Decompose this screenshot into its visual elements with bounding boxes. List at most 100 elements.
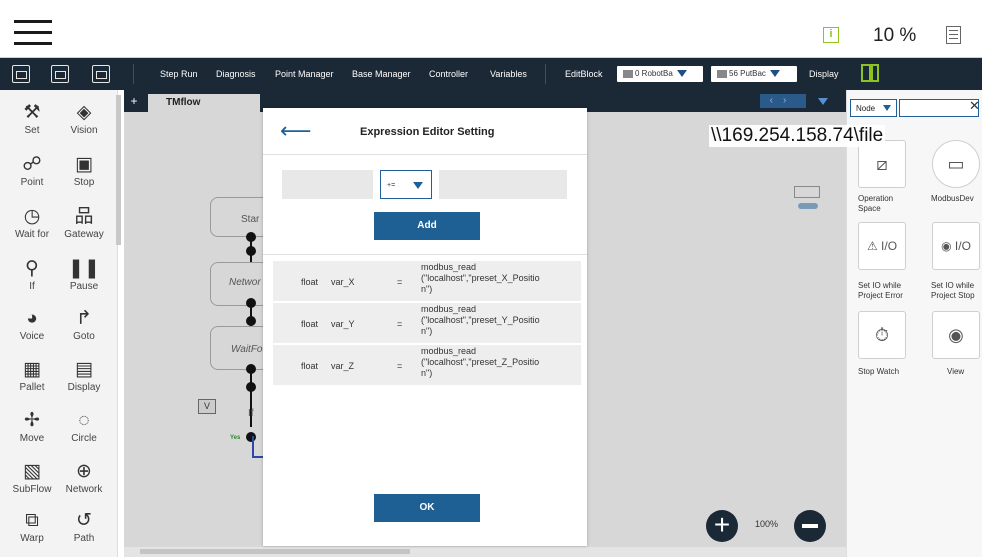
stop-icon: ▣ xyxy=(75,154,93,175)
tool-move[interactable]: ✢ Move xyxy=(4,410,60,444)
dialog-header: ⟵ Expression Editor Setting xyxy=(263,108,587,155)
operator-select[interactable]: += xyxy=(380,170,432,199)
flow-flag-icon[interactable] xyxy=(861,64,879,82)
palette-scrollbar[interactable] xyxy=(116,95,121,245)
zoom-in-button[interactable]: + xyxy=(706,510,738,542)
globe-icon: ⊕ xyxy=(76,461,92,482)
expression-row[interactable]: float var_Y = modbus_read ("localhost","p… xyxy=(273,303,581,343)
flow-dot xyxy=(246,246,256,256)
tool-display[interactable]: ▤ Display xyxy=(56,359,112,393)
branch-icon: ⚲ xyxy=(25,258,39,279)
robot-base-select[interactable]: 0 RobotBa xyxy=(617,66,703,82)
step-run-button[interactable]: Step Run xyxy=(160,69,198,79)
tile-label: Set IO while Project Error xyxy=(858,281,903,300)
node-waitfor[interactable]: WaitFo xyxy=(210,326,270,370)
tool-voice[interactable]: ◕ Voice xyxy=(4,308,60,342)
clear-search-icon[interactable]: ✕ xyxy=(969,98,980,114)
expression-right-input[interactable] xyxy=(439,170,567,199)
tile-modbusdev[interactable]: ▭ xyxy=(932,140,980,188)
tile-label: ModbusDev xyxy=(931,194,974,203)
tool-icon xyxy=(717,69,727,78)
tile-set-io-error[interactable]: ⚠ I/O xyxy=(858,222,906,270)
voice-icon: ◕ xyxy=(26,308,38,329)
tool-wait-for[interactable]: ◷ Wait for xyxy=(4,206,60,240)
tile-operation-space[interactable]: ⧄ xyxy=(858,140,906,188)
move-icon: ✢ xyxy=(24,410,40,431)
diagnosis-button[interactable]: Diagnosis xyxy=(216,69,256,79)
node-if[interactable]: If xyxy=(224,396,264,428)
canvas-nav-arrows[interactable]: ‹› xyxy=(760,94,806,108)
hscroll-thumb[interactable] xyxy=(140,549,410,554)
add-button[interactable]: Add xyxy=(374,212,480,240)
zoom-out-button[interactable] xyxy=(794,510,826,542)
tool-point[interactable]: ☍ Point xyxy=(4,154,60,188)
tool-gateway[interactable]: 品 Gateway xyxy=(56,206,112,240)
io-stop-icon: ◉ I/O xyxy=(941,239,971,253)
zoom-level: 100% xyxy=(755,519,779,529)
tool-path[interactable]: ↺ Path xyxy=(56,510,112,544)
new-project-icon[interactable] xyxy=(12,65,30,83)
mini-node-icon xyxy=(794,186,820,198)
subflow-icon: ▧ xyxy=(23,461,41,482)
chevron-down-icon xyxy=(676,70,687,78)
tool-circle[interactable]: ◌ Circle xyxy=(56,410,112,444)
tool-goto[interactable]: ↱ Goto xyxy=(56,308,112,342)
tool-pause[interactable]: ❚❚ Pause xyxy=(56,258,112,292)
tool-set[interactable]: ⚒ Set xyxy=(4,102,60,136)
point-manager-button[interactable]: Point Manager xyxy=(275,69,334,79)
tab-tmflow[interactable]: TMflow xyxy=(148,94,260,112)
flow-dot xyxy=(246,316,256,326)
log-icon[interactable] xyxy=(946,26,961,44)
open-project-icon[interactable] xyxy=(92,65,110,83)
pause-icon: ❚❚ xyxy=(68,258,100,279)
variables-button[interactable]: Variables xyxy=(490,69,527,79)
chevron-down-icon[interactable] xyxy=(818,98,828,105)
tool-stop[interactable]: ▣ Stop xyxy=(56,154,112,188)
base-manager-button[interactable]: Base Manager xyxy=(352,69,411,79)
node-filter-select[interactable]: Node xyxy=(850,99,897,117)
flow-dot xyxy=(246,298,256,308)
info-icon[interactable]: i xyxy=(823,27,839,43)
stopwatch-icon: ⏱ xyxy=(874,325,890,345)
expression-left-input[interactable] xyxy=(282,170,373,199)
tool-pallet[interactable]: ▦ Pallet xyxy=(4,359,60,393)
tool-vision[interactable]: ◈ Vision xyxy=(56,102,112,136)
speed-percent[interactable]: 10 % xyxy=(873,25,916,47)
save-project-icon[interactable] xyxy=(51,65,69,83)
menu-icon[interactable] xyxy=(14,20,52,46)
node-search-input[interactable] xyxy=(899,99,979,117)
wrench-icon: ⚒ xyxy=(23,102,41,123)
variable-badge: V xyxy=(198,399,216,414)
tile-set-io-stop[interactable]: ◉ I/O xyxy=(932,222,980,270)
tool-subflow[interactable]: ▧ SubFlow xyxy=(4,461,60,495)
tool-select[interactable]: 56 PutBac xyxy=(711,66,797,82)
add-tab-icon[interactable]: + xyxy=(128,94,140,108)
eye-icon: ◈ xyxy=(76,102,92,123)
flow-dot xyxy=(246,232,256,242)
tool-network[interactable]: ⊕ Network xyxy=(56,461,112,495)
goto-icon: ↱ xyxy=(76,308,92,329)
node-network[interactable]: Networ xyxy=(210,262,270,306)
tile-label: View xyxy=(947,367,965,376)
network-path-text: \\169.254.158.74\file xyxy=(709,125,886,147)
gateway-icon: 品 xyxy=(74,206,94,227)
editblock-button[interactable]: EditBlock xyxy=(565,69,603,79)
back-arrow-icon[interactable]: ⟵ xyxy=(280,118,312,144)
circle-icon: ◌ xyxy=(78,410,90,431)
tile-view[interactable]: ◉ xyxy=(932,311,980,359)
display-button[interactable]: Display xyxy=(809,69,839,79)
chevron-down-icon xyxy=(769,70,780,78)
tile-label: Stop Watch xyxy=(858,367,900,376)
warp-icon: ⧉ xyxy=(25,510,39,531)
flow-dot xyxy=(246,382,256,392)
controller-button[interactable]: Controller xyxy=(429,69,468,79)
pallet-icon: ▦ xyxy=(23,359,41,380)
tool-if[interactable]: ⚲ If xyxy=(4,258,60,292)
ok-button[interactable]: OK xyxy=(374,494,480,522)
modbus-icon: ▭ xyxy=(947,154,965,174)
tile-stop-watch[interactable]: ⏱ xyxy=(858,311,906,359)
expression-row[interactable]: float var_Z = modbus_read ("localhost","p… xyxy=(273,345,581,385)
tool-warp[interactable]: ⧉ Warp xyxy=(4,510,60,544)
expression-row[interactable]: float var_X = modbus_read ("localhost","p… xyxy=(273,261,581,301)
eye-icon: ◉ xyxy=(948,325,964,345)
